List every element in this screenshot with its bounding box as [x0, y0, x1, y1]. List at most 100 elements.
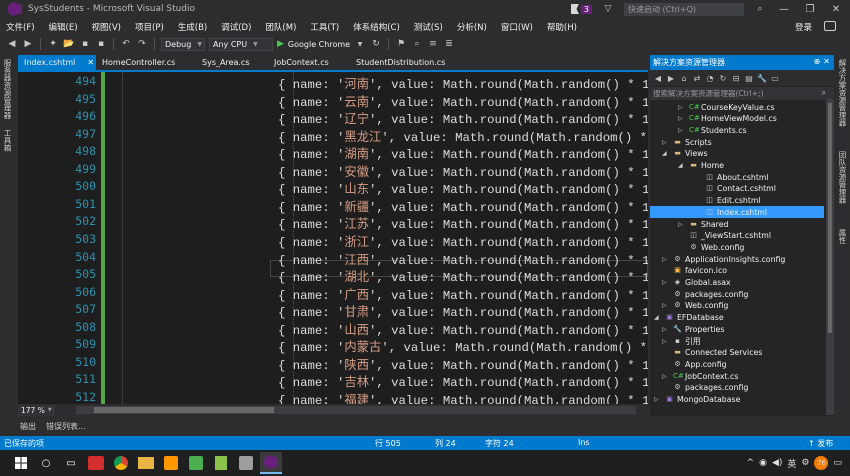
- tree-node[interactable]: ⚙ App.config: [662, 358, 726, 370]
- tab-index-cshtml[interactable]: Index.cshtml ✕: [18, 55, 96, 70]
- back-icon[interactable]: ◀: [6, 38, 18, 50]
- undo-icon[interactable]: ↶: [120, 38, 132, 50]
- tree-node[interactable]: ▷ ⚙ ApplicationInsights.config: [662, 253, 785, 265]
- save-all-icon[interactable]: ▪: [95, 38, 107, 50]
- scrollbar-thumb[interactable]: [94, 407, 274, 413]
- search-icon[interactable]: ⌕: [754, 3, 766, 15]
- comment-icon[interactable]: ≡: [427, 38, 439, 50]
- search-icon[interactable]: ⌕: [822, 88, 826, 98]
- menu-analyze[interactable]: 分析(N): [457, 21, 487, 33]
- tray-chevron-icon[interactable]: ^: [747, 458, 755, 468]
- expand-arrow-icon[interactable]: ▷: [662, 279, 670, 286]
- menu-architecture[interactable]: 体系结构(C): [353, 21, 400, 33]
- task-view-icon[interactable]: ▭: [60, 452, 82, 474]
- refresh-icon[interactable]: ↻: [370, 38, 382, 50]
- tree-node[interactable]: ⚙ packages.config: [662, 288, 748, 300]
- chrome-icon[interactable]: [110, 452, 132, 474]
- menu-project[interactable]: 项目(P): [135, 21, 164, 33]
- app-icon-green[interactable]: [185, 452, 207, 474]
- ime-indicator[interactable]: 英: [787, 457, 796, 470]
- tree-node[interactable]: ▷ C# HomeViewModel.cs: [678, 113, 777, 125]
- expand-arrow-icon[interactable]: ▷: [678, 104, 686, 111]
- notifications-button[interactable]: 3: [570, 4, 592, 14]
- sync-icon[interactable]: ⇄: [692, 73, 702, 83]
- tree-node[interactable]: ▷ ▣ MongoDatabase: [654, 394, 740, 406]
- filter-icon[interactable]: ▽: [602, 3, 614, 15]
- menu-help[interactable]: 帮助(H): [547, 21, 577, 33]
- expand-arrow-icon[interactable]: ▷: [662, 373, 670, 380]
- expand-arrow-icon[interactable]: ▷: [678, 221, 686, 228]
- tree-node[interactable]: ⚙ packages.config: [662, 382, 748, 394]
- app-icon-gray[interactable]: [235, 452, 257, 474]
- tree-node[interactable]: ▷ ▬ Shared: [678, 218, 728, 230]
- redo-icon[interactable]: ↷: [136, 38, 148, 50]
- tab-homecontroller[interactable]: HomeController.cs: [96, 55, 196, 70]
- visual-studio-task-icon[interactable]: [260, 452, 282, 474]
- forward-icon[interactable]: ▶: [22, 38, 34, 50]
- close-panel-icon[interactable]: ✕: [823, 57, 830, 66]
- show-all-files-icon[interactable]: ▤: [744, 73, 754, 83]
- properties-side-tab[interactable]: 属性: [837, 229, 848, 244]
- expand-arrow-icon[interactable]: ▷: [662, 326, 670, 333]
- notifications-center-icon[interactable]: ▭: [833, 458, 842, 468]
- refresh-icon[interactable]: ↻: [718, 73, 728, 83]
- tree-node[interactable]: ▷ ▬ Scripts: [662, 136, 712, 148]
- tab-studentdistribution[interactable]: StudentDistribution.cs: [350, 55, 470, 70]
- app-tray-icon[interactable]: ⚙: [801, 458, 809, 468]
- team-explorer-side-tab[interactable]: 团队资源管理器: [837, 151, 848, 204]
- scrollbar-thumb[interactable]: [828, 103, 832, 333]
- tree-node[interactable]: ◢ ▣ EFDatabase: [654, 312, 724, 324]
- tab-error-list[interactable]: 错误列表...: [46, 421, 86, 432]
- collapse-arrow-icon[interactable]: ◢: [662, 150, 670, 157]
- menu-file[interactable]: 文件(F): [6, 21, 35, 33]
- start-icon[interactable]: [10, 452, 32, 474]
- tab-jobcontext[interactable]: JobContext.cs: [268, 55, 350, 70]
- expand-arrow-icon[interactable]: ▷: [662, 338, 670, 345]
- tree-node[interactable]: ▷ C# Students.cs: [678, 124, 747, 136]
- tree-node[interactable]: ◫ Edit.cshtml: [694, 195, 761, 207]
- solution-configuration-select[interactable]: Debug ▼: [161, 37, 205, 51]
- feedback-icon[interactable]: [824, 21, 836, 31]
- tree-node[interactable]: ⚙ Web.config: [678, 241, 744, 253]
- tree-node[interactable]: ◫ _ViewStart.cshtml: [678, 230, 771, 242]
- tree-node[interactable]: ▣ favicon.ico: [662, 265, 727, 277]
- volume-icon[interactable]: ◀): [772, 458, 782, 468]
- horizontal-scrollbar[interactable]: [76, 406, 636, 414]
- menu-tools[interactable]: 工具(T): [310, 21, 339, 33]
- tab-sys-area[interactable]: Sys_Area.cs: [196, 55, 268, 70]
- forward-icon[interactable]: ▶: [666, 73, 676, 83]
- close-tab-icon[interactable]: ✕: [87, 58, 94, 67]
- save-icon[interactable]: ▪: [79, 38, 91, 50]
- search-icon[interactable]: ○: [35, 452, 57, 474]
- tree-node[interactable]: ▷ ⚙ Web.config: [662, 300, 728, 312]
- menu-edit[interactable]: 编辑(E): [49, 21, 78, 33]
- find-icon[interactable]: ⌕: [411, 38, 423, 50]
- tree-node[interactable]: ◫ Index.cshtml: [694, 206, 767, 218]
- run-target-button[interactable]: Google Chrome: [288, 40, 350, 49]
- tab-output[interactable]: 输出: [20, 421, 36, 432]
- menu-window[interactable]: 窗口(W): [501, 21, 533, 33]
- preview-icon[interactable]: ▭: [770, 73, 780, 83]
- tray-badge[interactable]: 76: [814, 456, 829, 470]
- back-icon[interactable]: ◀: [653, 73, 663, 83]
- solution-explorer-side-tab[interactable]: 解决方案资源管理器: [837, 59, 848, 127]
- open-file-icon[interactable]: 📂: [63, 38, 75, 50]
- login-link[interactable]: 登录: [795, 21, 812, 33]
- collapse-all-icon[interactable]: ⊟: [731, 73, 741, 83]
- quick-launch-input[interactable]: 快速启动 (Ctrl+Q): [624, 2, 744, 16]
- vertical-scrollbar[interactable]: [826, 99, 834, 415]
- tree-node[interactable]: ◢ ▬ Views: [662, 148, 708, 160]
- pending-changes-icon[interactable]: ◔: [705, 73, 715, 83]
- solution-search-input[interactable]: 搜索解决方案资源管理器(Ctrl+;) ⌕: [650, 87, 834, 100]
- tree-node[interactable]: ◢ ▬ Home: [678, 160, 724, 172]
- tree-node[interactable]: ◫ About.cshtml: [694, 171, 768, 183]
- toolbox-tab[interactable]: 工具箱: [2, 129, 13, 152]
- tree-node[interactable]: ▷ ▪ 引用: [662, 335, 701, 347]
- menu-team[interactable]: 团队(M): [265, 21, 296, 33]
- file-explorer-icon[interactable]: [135, 452, 157, 474]
- expand-arrow-icon[interactable]: ▷: [662, 139, 670, 146]
- expand-arrow-icon[interactable]: ▷: [678, 115, 686, 122]
- tree-node[interactable]: ◫ Contact.cshtml: [694, 183, 776, 195]
- server-explorer-tab[interactable]: 服务器资源管理器: [2, 59, 13, 119]
- collapse-arrow-icon[interactable]: ◢: [654, 314, 662, 321]
